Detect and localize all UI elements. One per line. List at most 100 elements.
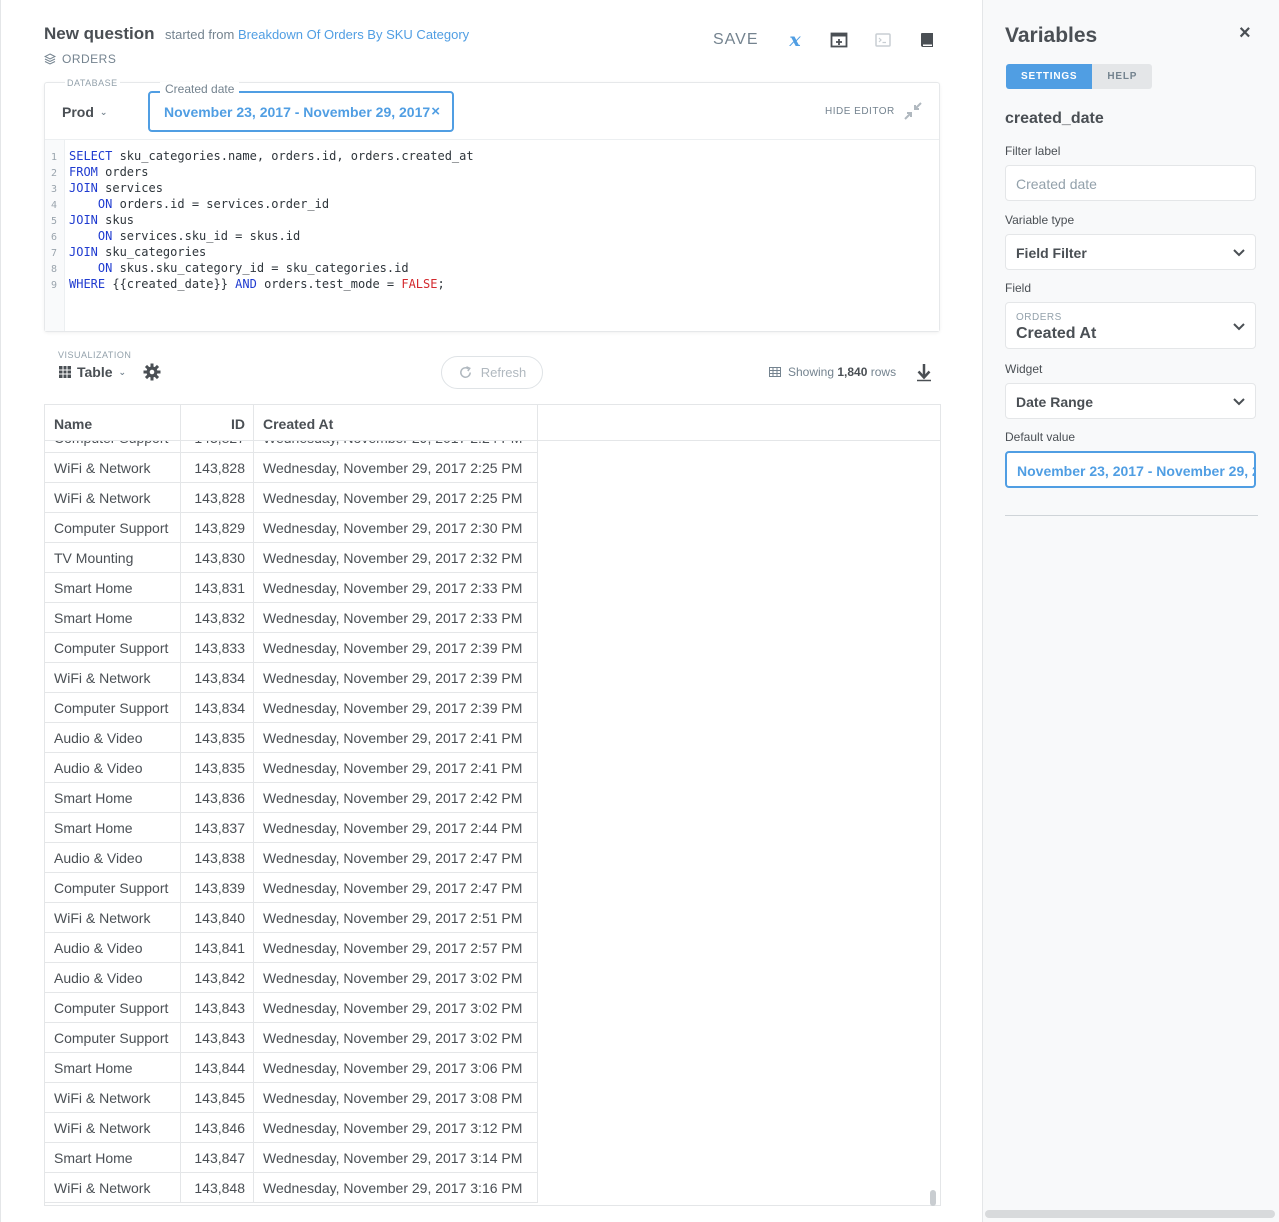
cell-name[interactable]: Audio & Video [54, 723, 142, 753]
cell-id[interactable]: 143,829 [181, 513, 245, 543]
download-icon[interactable] [915, 362, 933, 382]
cell-id[interactable]: 143,835 [181, 753, 245, 783]
cell-created-at[interactable]: Wednesday, November 29, 2017 3:02 PM [263, 1023, 522, 1053]
cell-id[interactable]: 143,828 [181, 453, 245, 483]
cell-id[interactable]: 143,842 [181, 963, 245, 993]
table-scrollbar[interactable] [927, 441, 939, 1206]
cell-name[interactable]: Computer Support [54, 1023, 168, 1053]
cell-created-at[interactable]: Wednesday, November 29, 2017 2:47 PM [263, 873, 522, 903]
cell-created-at[interactable]: Wednesday, November 29, 2017 3:02 PM [263, 993, 522, 1023]
cell-name[interactable]: Smart Home [54, 1053, 133, 1083]
cell-id[interactable]: 143,834 [181, 663, 245, 693]
cell-created-at[interactable]: Wednesday, November 29, 2017 2:25 PM [263, 453, 522, 483]
cell-created-at[interactable]: Wednesday, November 29, 2017 3:12 PM [263, 1113, 522, 1143]
parameter-widget-created-date[interactable]: Created date November 23, 2017 - Novembe… [148, 82, 454, 132]
cell-id[interactable]: 143,831 [181, 573, 245, 603]
column-header-name[interactable]: Name [54, 405, 92, 441]
cell-created-at[interactable]: Wednesday, November 29, 2017 2:32 PM [263, 543, 522, 573]
cell-name[interactable]: Audio & Video [54, 933, 142, 963]
sql-code-area[interactable]: 1 SELECT sku_categories.name, orders.id, … [45, 140, 939, 331]
cell-created-at[interactable]: Wednesday, November 29, 2017 2:42 PM [263, 783, 522, 813]
cell-created-at[interactable]: Wednesday, November 29, 2017 2:41 PM [263, 723, 522, 753]
cell-id[interactable]: 143,836 [181, 783, 245, 813]
cell-id[interactable]: 143,830 [181, 543, 245, 573]
cell-created-at[interactable]: Wednesday, November 29, 2017 2:33 PM [263, 603, 522, 633]
cell-id[interactable]: 143,841 [181, 933, 245, 963]
cell-name[interactable]: Smart Home [54, 573, 133, 603]
cell-name[interactable]: Smart Home [54, 1143, 133, 1173]
snippets-button[interactable] [861, 31, 905, 49]
cell-id[interactable]: 143,846 [181, 1113, 245, 1143]
cell-id[interactable]: 143,840 [181, 903, 245, 933]
cell-id[interactable]: 143,839 [181, 873, 245, 903]
cell-id[interactable]: 143,832 [181, 603, 245, 633]
cell-created-at[interactable]: Wednesday, November 29, 2017 3:06 PM [263, 1053, 522, 1083]
source-table[interactable]: ORDERS [44, 52, 116, 66]
cell-created-at[interactable]: Wednesday, November 29, 2017 3:02 PM [263, 963, 522, 993]
cell-id[interactable]: 143,843 [181, 993, 245, 1023]
table-scrollbar-thumb[interactable] [930, 1190, 936, 1206]
cell-id[interactable]: 143,848 [181, 1173, 245, 1203]
cell-created-at[interactable]: Wednesday, November 29, 2017 2:39 PM [263, 693, 522, 723]
cell-created-at[interactable]: Wednesday, November 29, 2017 2:30 PM [263, 513, 522, 543]
cell-created-at[interactable]: Wednesday, November 29, 2017 2:44 PM [263, 813, 522, 843]
column-header-id[interactable]: ID [181, 405, 245, 441]
cell-id[interactable]: 143,844 [181, 1053, 245, 1083]
gear-icon[interactable] [142, 362, 162, 382]
cell-created-at[interactable]: Wednesday, November 29, 2017 2:33 PM [263, 573, 522, 603]
column-header-created-at[interactable]: Created At [263, 405, 333, 441]
cell-name[interactable]: WiFi & Network [54, 663, 150, 693]
cell-name[interactable]: Audio & Video [54, 843, 142, 873]
cell-created-at[interactable]: Wednesday, November 29, 2017 3:14 PM [263, 1143, 522, 1173]
cell-created-at[interactable]: Wednesday, November 29, 2017 2:39 PM [263, 633, 522, 663]
parameter-value[interactable]: November 23, 2017 - November 29, 2017 [164, 104, 430, 120]
cell-name[interactable]: Smart Home [54, 603, 133, 633]
cell-name[interactable]: WiFi & Network [54, 483, 150, 513]
cell-created-at[interactable]: Wednesday, November 29, 2017 3:16 PM [263, 1173, 522, 1203]
visualization-select[interactable]: Table ⌄ [59, 364, 126, 380]
cell-name[interactable]: Audio & Video [54, 963, 142, 993]
tab-settings[interactable]: SETTINGS [1006, 64, 1093, 89]
save-button[interactable]: SAVE [713, 31, 773, 49]
cell-created-at[interactable]: Wednesday, November 29, 2017 2:51 PM [263, 903, 522, 933]
cell-name[interactable]: Smart Home [54, 813, 133, 843]
cell-created-at[interactable]: Wednesday, November 29, 2017 2:41 PM [263, 753, 522, 783]
filter-label-input[interactable]: Created date [1005, 165, 1256, 201]
cell-name[interactable]: Computer Support [54, 513, 168, 543]
cell-name[interactable]: Audio & Video [54, 753, 142, 783]
variable-type-select[interactable]: Field Filter [1005, 234, 1256, 270]
reference-button[interactable] [905, 31, 949, 49]
cell-name[interactable]: TV Mounting [54, 543, 133, 573]
cell-name[interactable]: Computer Support [54, 633, 168, 663]
collapse-icon[interactable] [903, 101, 923, 121]
cell-name[interactable]: WiFi & Network [54, 1083, 150, 1113]
default-value-input[interactable]: November 23, 2017 - November 29, 2017 [1005, 451, 1256, 488]
cell-name[interactable]: Computer Support [54, 693, 168, 723]
cell-created-at[interactable]: Wednesday, November 29, 2017 3:08 PM [263, 1083, 522, 1113]
cell-created-at[interactable]: Wednesday, November 29, 2017 2:39 PM [263, 663, 522, 693]
source-question-link[interactable]: Breakdown Of Orders By SKU Category [238, 27, 469, 42]
database-select[interactable]: Prod ⌄ [62, 104, 107, 120]
cell-name[interactable]: Computer Support [54, 993, 168, 1023]
cell-name[interactable]: WiFi & Network [54, 1173, 150, 1203]
cell-id[interactable]: 143,837 [181, 813, 245, 843]
cell-name[interactable]: WiFi & Network [54, 1113, 150, 1143]
cell-created-at[interactable]: Wednesday, November 29, 2017 2:25 PM [263, 483, 522, 513]
cell-name[interactable]: WiFi & Network [54, 453, 150, 483]
add-to-dashboard-button[interactable] [817, 31, 861, 49]
cell-id[interactable]: 143,828 [181, 483, 245, 513]
cell-id[interactable]: 143,845 [181, 1083, 245, 1113]
variables-button[interactable]: x [773, 31, 817, 49]
hide-editor-button[interactable]: HIDE EDITOR [825, 106, 895, 117]
field-select[interactable]: ORDERS Created At [1005, 302, 1256, 349]
cell-id[interactable]: 143,843 [181, 1023, 245, 1053]
cell-id[interactable]: 143,834 [181, 693, 245, 723]
cell-id[interactable]: 143,835 [181, 723, 245, 753]
clear-parameter-icon[interactable]: × [431, 103, 440, 120]
cell-name[interactable]: Smart Home [54, 783, 133, 813]
widget-select[interactable]: Date Range [1005, 383, 1256, 419]
cell-id[interactable]: 143,833 [181, 633, 245, 663]
cell-created-at[interactable]: Wednesday, November 29, 2017 2:47 PM [263, 843, 522, 873]
cell-name[interactable]: WiFi & Network [54, 903, 150, 933]
cell-id[interactable]: 143,838 [181, 843, 245, 873]
